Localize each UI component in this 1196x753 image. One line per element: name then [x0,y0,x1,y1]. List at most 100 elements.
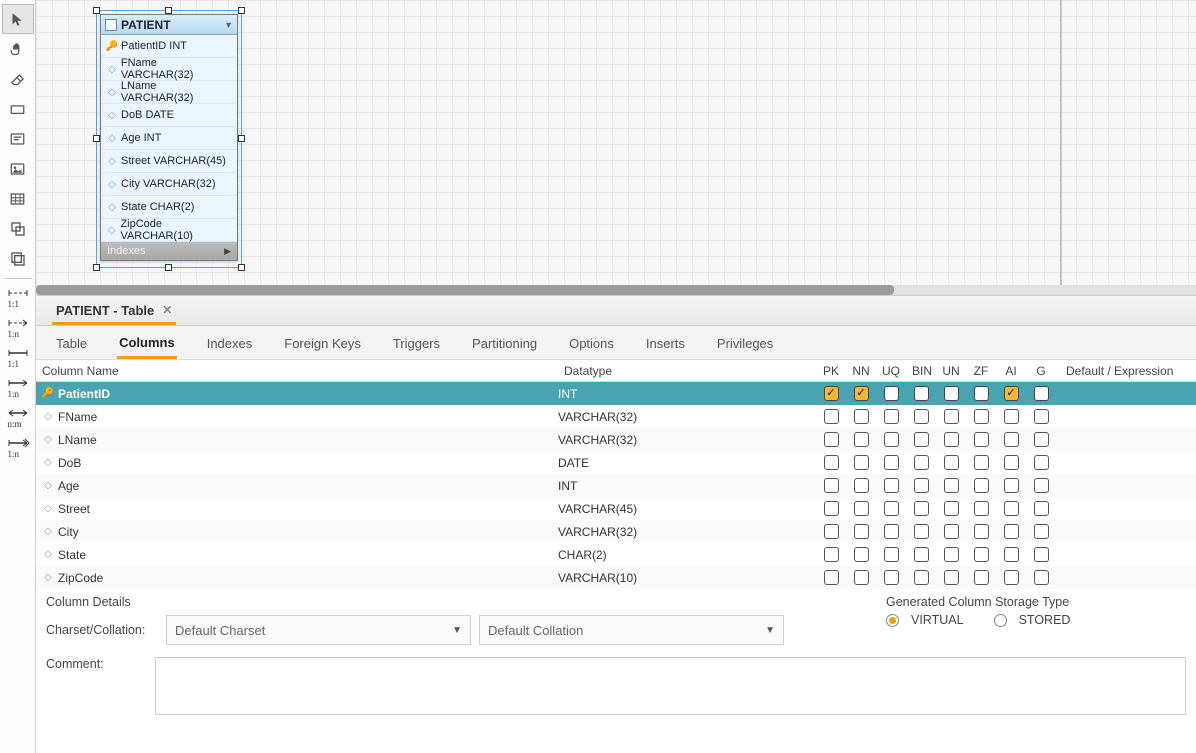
entity-column[interactable]: DoB DATE [101,104,237,127]
flag-checkbox-zf[interactable] [974,386,989,401]
flag-checkbox-pk[interactable] [824,455,839,470]
entity-column[interactable]: Street VARCHAR(45) [101,150,237,173]
column-datatype[interactable]: VARCHAR(32) [558,433,816,447]
flag-checkbox-nn[interactable] [854,409,869,424]
flag-checkbox-g[interactable] [1034,409,1049,424]
subtab-privileges[interactable]: Privileges [715,328,775,357]
column-row[interactable]: CityVARCHAR(32) [36,520,1196,543]
flag-checkbox-zf[interactable] [974,409,989,424]
subtab-triggers[interactable]: Triggers [391,328,442,357]
flag-checkbox-ai[interactable] [1004,547,1019,562]
flag-checkbox-un[interactable] [944,455,959,470]
flag-checkbox-uq[interactable] [884,524,899,539]
subtab-options[interactable]: Options [567,328,616,357]
column-datatype[interactable]: VARCHAR(10) [558,571,816,585]
flag-checkbox-un[interactable] [944,386,959,401]
header-datatype[interactable]: Datatype [558,364,816,378]
editor-tab[interactable]: PATIENT - Table ✕ [52,297,176,325]
header-flag-nn[interactable]: NN [846,364,876,378]
flag-checkbox-zf[interactable] [974,524,989,539]
flag-checkbox-g[interactable] [1034,478,1049,493]
flag-checkbox-g[interactable] [1034,501,1049,516]
flag-checkbox-pk[interactable] [824,386,839,401]
flag-checkbox-uq[interactable] [884,455,899,470]
flag-checkbox-zf[interactable] [974,432,989,447]
flag-checkbox-bin[interactable] [914,409,929,424]
flag-checkbox-bin[interactable] [914,386,929,401]
collation-combo[interactable]: Default Collation ▼ [479,615,784,645]
radio-virtual[interactable] [886,614,899,627]
flag-checkbox-nn[interactable] [854,547,869,562]
rel-1-n-nonident[interactable]: 1:n [2,313,34,343]
subtab-table[interactable]: Table [54,328,89,357]
rel-n-m[interactable]: n:m [2,403,34,433]
header-flag-un[interactable]: UN [936,364,966,378]
subtab-foreign-keys[interactable]: Foreign Keys [282,328,363,357]
flag-checkbox-zf[interactable] [974,478,989,493]
entity-title-bar[interactable]: PATIENT ▼ [101,15,237,35]
header-flag-g[interactable]: G [1026,364,1056,378]
flag-checkbox-nn[interactable] [854,455,869,470]
flag-checkbox-pk[interactable] [824,547,839,562]
flag-checkbox-zf[interactable] [974,455,989,470]
header-flag-ai[interactable]: AI [996,364,1026,378]
header-flag-uq[interactable]: UQ [876,364,906,378]
rel-1-1-nonident[interactable]: 1:1 [2,283,34,313]
flag-checkbox-un[interactable] [944,432,959,447]
rel-existing[interactable]: 1:n [2,433,34,463]
flag-checkbox-ai[interactable] [1004,432,1019,447]
eraser-tool[interactable] [2,64,34,94]
flag-checkbox-uq[interactable] [884,409,899,424]
flag-checkbox-nn[interactable] [854,386,869,401]
layer-tool[interactable] [2,94,34,124]
flag-checkbox-bin[interactable] [914,455,929,470]
diagram-canvas[interactable]: PATIENT ▼ PatientID INTFName VARCHAR(32)… [36,0,1196,296]
header-flag-bin[interactable]: BIN [906,364,936,378]
flag-checkbox-uq[interactable] [884,432,899,447]
flag-checkbox-ai[interactable] [1004,524,1019,539]
rel-1-1-ident[interactable]: 1:1 [2,343,34,373]
view-tool[interactable] [2,214,34,244]
routine-tool[interactable] [2,244,34,274]
note-tool[interactable] [2,124,34,154]
flag-checkbox-un[interactable] [944,501,959,516]
canvas-hscrollbar[interactable] [36,285,1196,295]
subtab-partitioning[interactable]: Partitioning [470,328,539,357]
entity-column[interactable]: FName VARCHAR(32) [101,58,237,81]
entity-column[interactable]: City VARCHAR(32) [101,173,237,196]
column-datatype[interactable]: VARCHAR(32) [558,410,816,424]
flag-checkbox-ai[interactable] [1004,478,1019,493]
flag-checkbox-un[interactable] [944,547,959,562]
flag-checkbox-ai[interactable] [1004,386,1019,401]
flag-checkbox-zf[interactable] [974,501,989,516]
flag-checkbox-un[interactable] [944,524,959,539]
flag-checkbox-g[interactable] [1034,455,1049,470]
flag-checkbox-pk[interactable] [824,570,839,585]
flag-checkbox-uq[interactable] [884,478,899,493]
flag-checkbox-un[interactable] [944,570,959,585]
entity-column[interactable]: ZipCode VARCHAR(10) [101,219,237,242]
flag-checkbox-g[interactable] [1034,432,1049,447]
flag-checkbox-nn[interactable] [854,524,869,539]
column-row[interactable]: PatientIDINT [36,382,1196,405]
column-datatype[interactable]: VARCHAR(32) [558,525,816,539]
flag-checkbox-bin[interactable] [914,478,929,493]
flag-checkbox-pk[interactable] [824,524,839,539]
flag-checkbox-ai[interactable] [1004,409,1019,424]
header-flag-pk[interactable]: PK [816,364,846,378]
flag-checkbox-uq[interactable] [884,501,899,516]
flag-checkbox-pk[interactable] [824,432,839,447]
entity-column[interactable]: State CHAR(2) [101,196,237,219]
entity-column[interactable]: PatientID INT [101,35,237,58]
flag-checkbox-ai[interactable] [1004,501,1019,516]
close-icon[interactable]: ✕ [162,303,172,317]
flag-checkbox-uq[interactable] [884,547,899,562]
subtab-inserts[interactable]: Inserts [644,328,687,357]
flag-checkbox-pk[interactable] [824,501,839,516]
flag-checkbox-g[interactable] [1034,570,1049,585]
entity-column[interactable]: Age INT [101,127,237,150]
image-tool[interactable] [2,154,34,184]
flag-checkbox-un[interactable] [944,478,959,493]
flag-checkbox-g[interactable] [1034,524,1049,539]
table-tool[interactable] [2,184,34,214]
